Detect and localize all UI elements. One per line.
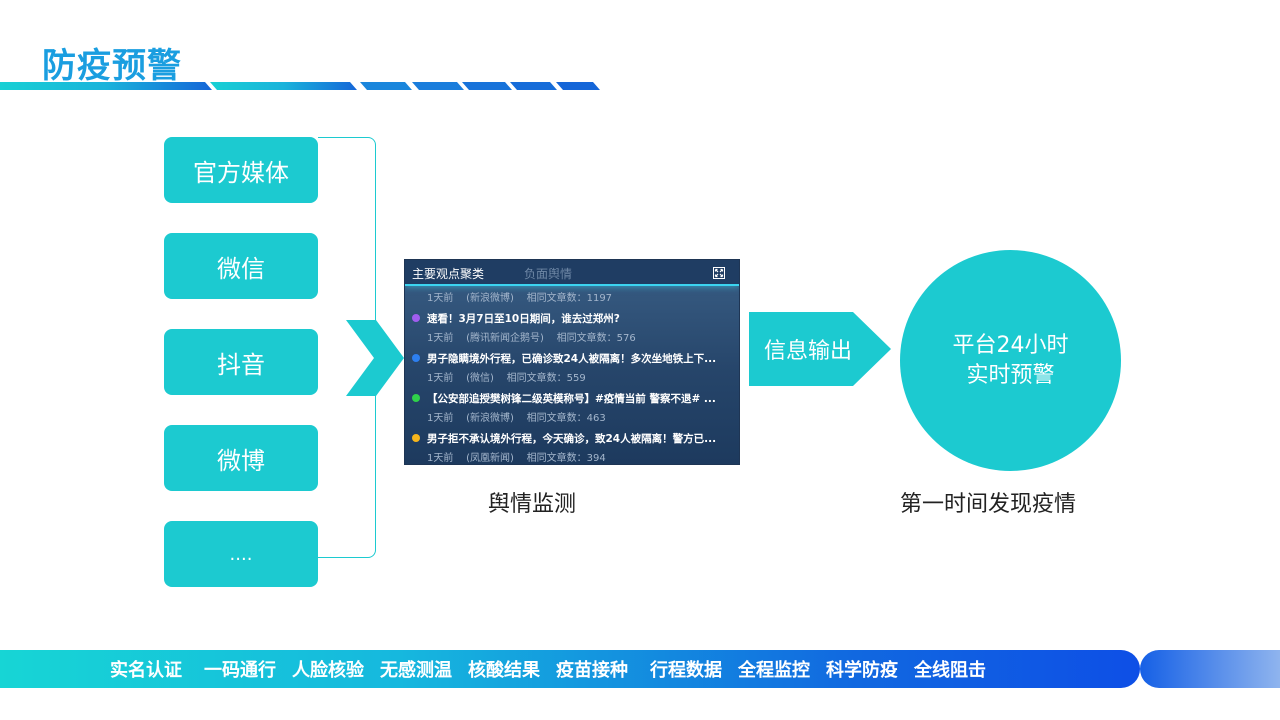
list-item-meta: 1天前 (新浪微博) 相同文章数：463 (427, 413, 606, 424)
page-title: 防疫预警 (42, 46, 182, 86)
footer-item: 疫苗接种 (556, 660, 628, 681)
list-item-meta: 1天前 (微信) 相同文章数：559 (427, 373, 586, 384)
expand-icon[interactable] (713, 267, 725, 279)
footer-cap (1140, 650, 1280, 688)
list-item-title[interactable]: 男子隐瞒境外行程，已确诊致24人被隔离！多次坐地铁上下... (427, 351, 733, 366)
footer-item: 一码通行 (204, 660, 276, 681)
footer-item: 行程数据 (650, 660, 722, 681)
caption-sentiment-monitor: 舆情监测 (488, 492, 577, 517)
footer-item: 核酸结果 (468, 660, 540, 681)
footer-item: 人脸核验 (292, 660, 364, 681)
panel-header: 主要观点聚类 负面舆情 (405, 260, 739, 286)
footer-item: 科学防疫 (826, 660, 898, 681)
source-wechat: 微信 (164, 233, 318, 299)
source-weibo: 微博 (164, 425, 318, 491)
list-item-title[interactable]: 速看！3月7日至10日期间，谁去过郑州? (427, 311, 733, 326)
chevron-right-icon (346, 320, 404, 396)
realtime-alert-circle: 平台24小时 实时预警 (900, 250, 1121, 471)
list-item-meta: 1天前 (凤凰新闻) 相同文章数：394 (427, 453, 606, 464)
source-more: .... (164, 521, 318, 587)
title-underline-bar (0, 82, 600, 90)
dot-yellow-icon (412, 434, 420, 442)
footer-item: 实名认证 (110, 660, 182, 681)
dot-purple-icon (412, 314, 420, 322)
caption-first-discovery: 第一时间发现疫情 (900, 492, 1077, 517)
footer-items: 实名认证 一码通行 人脸核验 无感测温 核酸结果 疫苗接种 行程数据 全程监控 … (110, 650, 986, 688)
dot-green-icon (412, 394, 420, 402)
list-item-meta: 1天前 (腾讯新闻企鹅号) 相同文章数：576 (427, 333, 636, 344)
circle-line-1: 平台24小时 (952, 332, 1069, 358)
output-label: 信息输出 (763, 339, 852, 364)
source-official-media: 官方媒体 (164, 137, 318, 203)
list-item-title[interactable]: 【公安部追授樊树锋二级英模称号】#疫情当前 警察不退# ... (427, 391, 733, 406)
dot-blue-icon (412, 354, 420, 362)
footer-item: 全线阻击 (914, 660, 986, 681)
list-item-meta: 1天前 (新浪微博) 相同文章数：1197 (427, 293, 613, 304)
circle-line-2: 实时预警 (966, 362, 1055, 388)
footer-item: 全程监控 (738, 660, 810, 681)
tab-main-viewpoints[interactable]: 主要观点聚类 (412, 265, 484, 282)
list-item-title[interactable]: 男子拒不承认境外行程，今天确诊，致24人被隔离！警方已... (427, 431, 733, 446)
tab-negative-sentiment[interactable]: 负面舆情 (524, 265, 572, 282)
sentiment-monitor-panel: 主要观点聚类 负面舆情 1天前 (新浪微博) 相同文章数：1197 速看！3月7… (404, 259, 740, 465)
source-douyin: 抖音 (164, 329, 318, 395)
footer-item: 无感测温 (380, 660, 452, 681)
